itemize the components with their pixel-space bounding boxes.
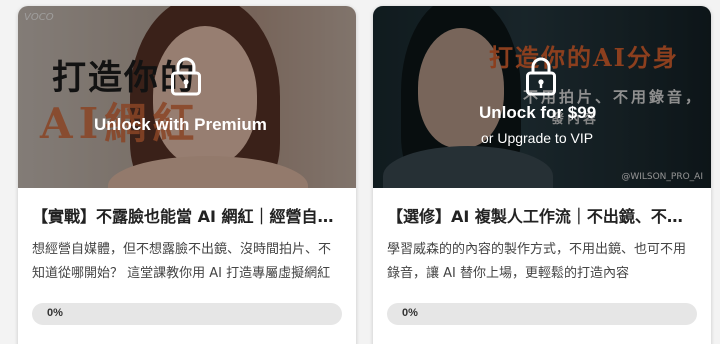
lock-icon: [526, 57, 556, 96]
course-description: 想經營自媒體，但不想露臉不出鏡、沒時間拍片、不知道從哪開始？ 這堂課教你用 AI…: [32, 242, 332, 281]
upgrade-vip-link[interactable]: or Upgrade to VIP: [481, 130, 593, 146]
course-title[interactable]: 【實戰】不露臉也能當 AI 網紅｜經營自媒體: [32, 206, 342, 228]
progress-bar: 0%: [32, 303, 342, 325]
unlock-premium-button[interactable]: Unlock with Premium: [94, 115, 267, 135]
course-title[interactable]: 【選修】AI 複製人工作流｜不出鏡、不錄音: [387, 206, 697, 228]
course-description: 學習威森的的內容的製作方式，不用出鏡、也可不用錄音，讓 AI 替你上場，更輕鬆的…: [387, 242, 687, 281]
course-card-2[interactable]: 打造你的AI分身 不用拍片、不用錄音， 發內容 @WILSON_PRO_AI U…: [373, 6, 711, 344]
progress-bar: 0%: [387, 303, 697, 325]
progress-label: 0%: [402, 307, 418, 319]
course-thumbnail[interactable]: 打造你的AI分身 不用拍片、不用錄音， 發內容 @WILSON_PRO_AI U…: [373, 6, 711, 188]
lock-icon: [171, 57, 201, 96]
course-thumbnail[interactable]: VOCO 打造你的 AI網紅 Unlock with Premium: [18, 6, 356, 188]
unlock-purchase-button[interactable]: Unlock for $99: [479, 103, 596, 123]
locked-overlay: [373, 6, 711, 188]
progress-label: 0%: [47, 307, 63, 319]
locked-overlay: [18, 6, 356, 188]
course-card-1[interactable]: VOCO 打造你的 AI網紅 Unlock with Premium 【實戰】不…: [18, 6, 356, 344]
